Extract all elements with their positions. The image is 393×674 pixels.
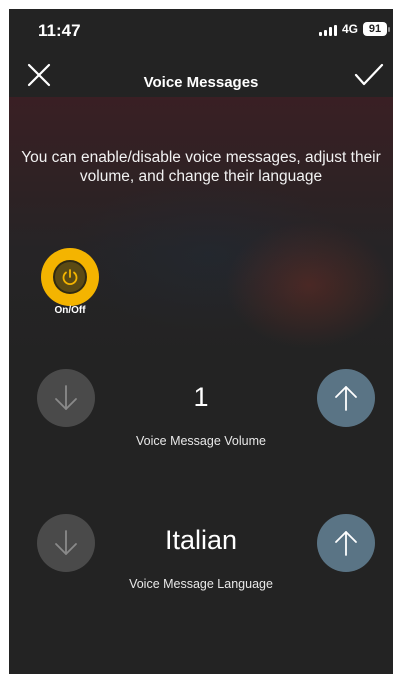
confirm-button[interactable] (353, 61, 385, 89)
checkmark-icon (354, 63, 384, 86)
language-up-button[interactable] (317, 514, 375, 572)
status-bar: 11:47 4G 91 (9, 9, 393, 53)
power-toggle-button[interactable] (41, 248, 99, 306)
app-screen: 11:47 4G 91 Voice Messages You can enabl… (9, 9, 393, 674)
battery-icon: 91 (363, 22, 387, 36)
nav-bar: Voice Messages (9, 53, 393, 97)
arrow-up-icon (335, 386, 357, 411)
volume-label: Voice Message Volume (136, 434, 266, 448)
background-gradient (9, 95, 393, 355)
close-icon (27, 63, 51, 87)
status-time: 11:47 (38, 21, 81, 40)
power-icon (62, 269, 78, 286)
power-label: On/Off (54, 305, 86, 316)
volume-up-button[interactable] (317, 369, 375, 427)
page-title: Voice Messages (143, 74, 259, 91)
close-button[interactable] (25, 61, 53, 89)
battery-tip (388, 27, 390, 32)
arrow-up-icon (335, 531, 357, 556)
language-label: Voice Message Language (129, 577, 273, 591)
power-icon-wrapper (53, 260, 87, 294)
signal-icon (319, 25, 337, 36)
network-type: 4G (342, 22, 359, 36)
description-text: You can enable/disable voice messages, a… (21, 149, 381, 185)
